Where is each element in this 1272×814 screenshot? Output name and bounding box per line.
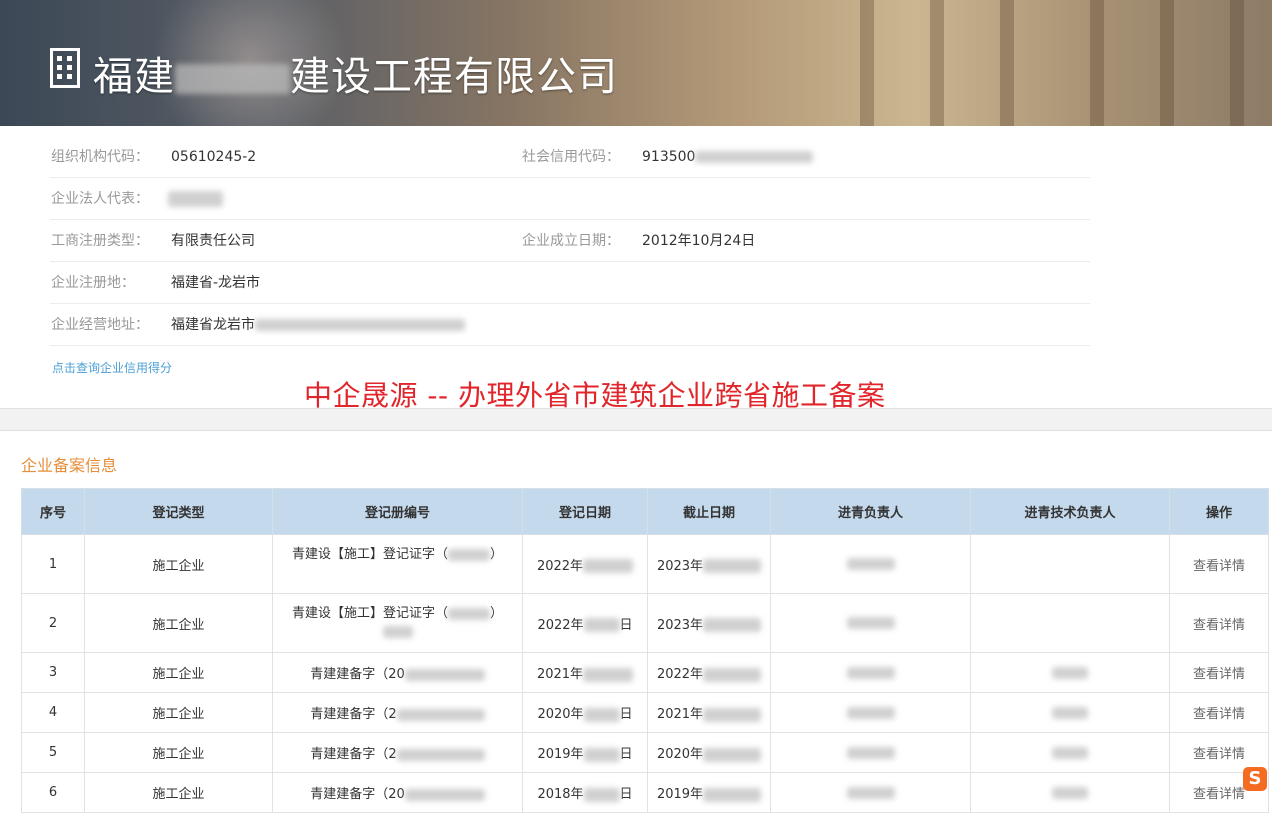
row-type: 施工企业: [84, 652, 273, 693]
credit-code-value: 913500: [642, 136, 814, 178]
building-icon: [50, 48, 80, 88]
info-row-codes: 组织机构代码： 05610245-2 社会信用代码： 913500: [50, 136, 1090, 178]
row-manager: [770, 593, 971, 653]
row-tech-manager: [970, 534, 1170, 594]
row-manager: [770, 652, 971, 693]
row-no: 3: [21, 652, 85, 693]
view-details-link[interactable]: 查看详情: [1169, 652, 1269, 693]
row-manager: [770, 534, 971, 594]
info-row-type-date: 工商注册类型： 有限责任公司 企业成立日期： 2012年10月24日: [50, 220, 1090, 262]
info-row-reg-place: 企业注册地： 福建省-龙岩市: [50, 262, 1090, 304]
company-name: 福建 建设工程有限公司: [93, 54, 618, 100]
col-header-type: 登记类型: [84, 488, 273, 535]
col-header-reg-date: 登记日期: [522, 488, 648, 535]
reg-type-value: 有限责任公司: [171, 233, 255, 249]
table-row: 4 施工企业 青建建备字（2 2020年日 2021年 查看详情: [21, 692, 1269, 733]
row-type: 施工企业: [84, 772, 273, 813]
row-reg-no: 青建建备字（2: [272, 692, 523, 733]
row-reg-date: 2018年日: [522, 772, 648, 813]
col-header-no: 序号: [21, 488, 85, 535]
table-row: 2 施工企业 青建设【施工】登记证字（） 2022年日 2023年 查看详情: [21, 593, 1269, 653]
row-no: 4: [21, 692, 85, 733]
view-details-link[interactable]: 查看详情: [1169, 534, 1269, 594]
row-manager: [770, 732, 971, 773]
row-tech-manager: [970, 652, 1170, 693]
row-reg-no: 青建建备字（20: [272, 652, 523, 693]
row-reg-date: 2019年日: [522, 732, 648, 773]
row-end-date: 2023年: [647, 593, 771, 653]
col-header-reg-no: 登记册编号: [272, 488, 523, 535]
row-tech-manager: [970, 732, 1170, 773]
row-reg-date: 2022年日: [522, 593, 648, 653]
credit-code-label: 社会信用代码：: [522, 149, 620, 165]
info-row-address: 企业经营地址： 福建省龙岩市: [50, 304, 1090, 346]
address-label: 企业经营地址：: [51, 317, 149, 333]
row-no: 6: [21, 772, 85, 813]
row-end-date: 2022年: [647, 652, 771, 693]
row-type: 施工企业: [84, 692, 273, 733]
table-row: 5 施工企业 青建建备字（2 2019年日 2020年 查看详情: [21, 732, 1269, 773]
row-reg-date: 2021年: [522, 652, 648, 693]
row-end-date: 2019年: [647, 772, 771, 813]
col-header-end-date: 截止日期: [647, 488, 771, 535]
company-info-panel: 组织机构代码： 05610245-2 社会信用代码： 913500 企业法人代表…: [0, 126, 1272, 409]
row-reg-no: 青建设【施工】登记证字（）: [272, 593, 523, 653]
table-row: 1 施工企业 青建设【施工】登记证字（） 2022年 2023年 查看详情: [21, 534, 1269, 594]
org-code-value: 05610245-2: [171, 149, 257, 165]
legal-rep-value: [168, 178, 223, 220]
row-end-date: 2020年: [647, 732, 771, 773]
col-header-action: 操作: [1169, 488, 1269, 535]
info-row-legal-rep: 企业法人代表：: [50, 178, 1090, 220]
row-end-date: 2021年: [647, 692, 771, 733]
founded-label: 企业成立日期：: [522, 233, 620, 249]
row-manager: [770, 692, 971, 733]
view-details-link[interactable]: 查看详情: [1169, 692, 1269, 733]
address-value: 福建省龙岩市: [171, 304, 465, 346]
row-reg-no: 青建设【施工】登记证字（）: [272, 534, 523, 594]
row-end-date: 2023年: [647, 534, 771, 594]
row-no: 2: [21, 593, 85, 653]
company-banner: 福建 建设工程有限公司: [0, 0, 1272, 126]
row-reg-date: 2020年日: [522, 692, 648, 733]
row-tech-manager: [970, 692, 1170, 733]
row-no: 5: [21, 732, 85, 773]
table-header-row: 序号 登记类型 登记册编号 登记日期 截止日期 进青负责人 进青技术负责人 操作: [21, 488, 1269, 535]
reg-place-value: 福建省-龙岩市: [171, 275, 261, 291]
row-type: 施工企业: [84, 593, 273, 653]
row-tech-manager: [970, 593, 1170, 653]
legal-rep-label: 企业法人代表：: [51, 191, 149, 207]
view-details-link[interactable]: 查看详情: [1169, 593, 1269, 653]
row-manager: [770, 772, 971, 813]
row-no: 1: [21, 534, 85, 594]
watermark-text: 中企晟源 -- 办理外省市建筑企业跨省施工备案: [304, 379, 886, 412]
records-panel: 企业备案信息 序号 登记类型 登记册编号 登记日期 截止日期 进青负责人 进青技…: [0, 430, 1272, 814]
founded-value: 2012年10月24日: [642, 233, 756, 249]
row-reg-no: 青建建备字（20: [272, 772, 523, 813]
row-type: 施工企业: [84, 732, 273, 773]
row-type: 施工企业: [84, 534, 273, 594]
row-reg-date: 2022年: [522, 534, 648, 594]
table-row: 6 施工企业 青建建备字（20 2018年日 2019年 查看详情: [21, 772, 1269, 813]
table-row: 3 施工企业 青建建备字（20 2021年 2022年 查看详情: [21, 652, 1269, 693]
reg-place-label: 企业注册地：: [51, 275, 135, 291]
col-header-manager: 进青负责人: [770, 488, 971, 535]
records-title: 企业备案信息: [21, 456, 118, 475]
reg-type-label: 工商注册类型：: [51, 233, 149, 249]
row-reg-no: 青建建备字（2: [272, 732, 523, 773]
sogou-input-icon[interactable]: S: [1243, 767, 1267, 791]
row-tech-manager: [970, 772, 1170, 813]
org-code-label: 组织机构代码：: [51, 149, 149, 165]
credit-score-link[interactable]: 点击查询企业信用得分: [52, 359, 172, 376]
col-header-tech-manager: 进青技术负责人: [970, 488, 1170, 535]
records-table: 序号 登记类型 登记册编号 登记日期 截止日期 进青负责人 进青技术负责人 操作…: [21, 488, 1269, 813]
